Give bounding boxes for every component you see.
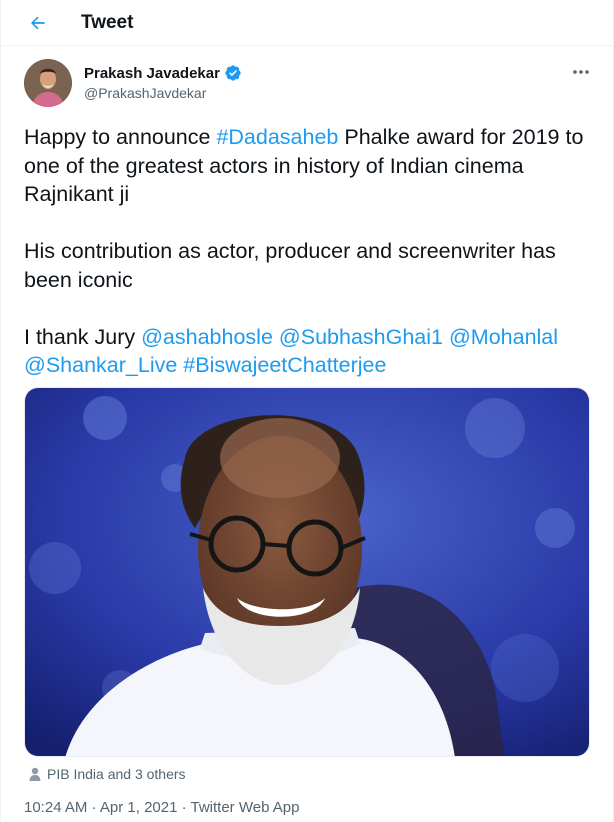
hashtag-link[interactable]: #BiswajeetChatterjee (183, 353, 386, 377)
tweet-paragraph-2: His contribution as actor, producer and … (24, 239, 556, 292)
hashtag-link[interactable]: #Dadasaheb (216, 125, 338, 149)
tweet-text: Happy to announce #Dadasaheb Phalke awar… (24, 123, 599, 380)
person-icon (29, 767, 41, 781)
liked-by-row[interactable]: PIB India and 3 others (29, 765, 186, 783)
more-options-button[interactable] (569, 62, 593, 82)
page-title: Tweet (81, 12, 134, 33)
author-handle[interactable]: @PrakashJavdekar (84, 85, 206, 101)
mention-link[interactable]: @ashabhosle (141, 325, 273, 349)
header-bar: Tweet (1, 0, 613, 46)
tweet-paragraph-3: I thank Jury @ashabhosle @SubhashGhai1 @… (24, 323, 599, 380)
arrow-left-icon (31, 16, 45, 30)
tweet-timestamp[interactable]: 10:24 AM · Apr 1, 2021 · Twitter Web App (24, 799, 299, 816)
tweet-text-segment: I thank Jury (24, 324, 142, 349)
back-button[interactable] (23, 9, 53, 37)
tweet-text-segment: Happy to announce (24, 125, 217, 149)
author-name[interactable]: Prakash Javadekar (84, 64, 242, 82)
avatar[interactable] (24, 59, 72, 107)
mention-link[interactable]: @Mohanlal (449, 325, 558, 349)
author-name-text: Prakash Javadekar (84, 64, 220, 82)
liked-by-text: PIB India and 3 others (47, 766, 186, 782)
tweet-media-photo[interactable] (24, 387, 590, 757)
mention-link[interactable]: @SubhashGhai1 (279, 325, 443, 349)
verified-badge-icon (225, 65, 241, 81)
tweet-page: Tweet Prakash Javadekar @PrakashJavdekar… (0, 0, 614, 822)
mention-link[interactable]: @Shankar_Live (24, 353, 177, 377)
tweet-paragraph-1: Happy to announce #Dadasaheb Phalke awar… (24, 123, 599, 209)
more-horizontal-icon (573, 70, 589, 74)
